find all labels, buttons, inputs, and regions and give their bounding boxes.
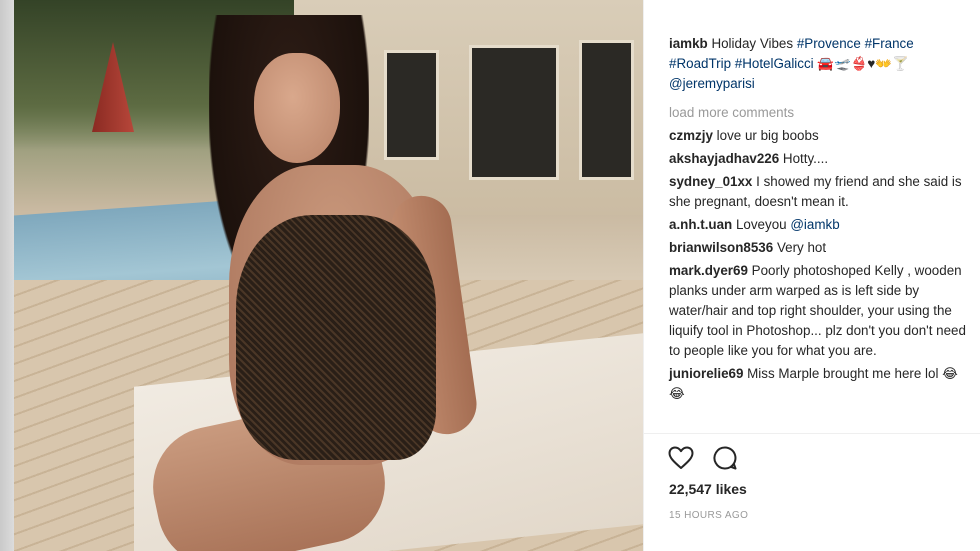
comment-username[interactable]: sydney_01xx (669, 174, 752, 189)
caption: iamkb Holiday Vibes #Provence #France #R… (669, 34, 969, 94)
comment-mention[interactable]: @iamkb (790, 217, 839, 232)
instagram-post: iamkb Holiday Vibes #Provence #France #R… (14, 0, 980, 551)
comment-item: akshayjadhav226 Hotty.... (669, 149, 969, 169)
comment-text: Hotty.... (782, 151, 829, 166)
comment-username[interactable]: juniorelie69 (669, 366, 743, 381)
hashtag-provence[interactable]: #Provence (797, 36, 861, 51)
comment-item: sydney_01xx I showed my friend and she s… (669, 172, 969, 212)
page-backdrop (0, 0, 14, 551)
divider (644, 433, 980, 434)
comment-item: czmzjy love ur big boobs (669, 126, 969, 146)
comment-item: juniorelie69 Miss Marple brought me here… (669, 364, 969, 404)
hashtag-hotelgalicci[interactable]: #HotelGalicci (735, 56, 814, 71)
caption-mention[interactable]: @jeremyparisi (669, 76, 755, 91)
like-button[interactable] (667, 444, 695, 472)
comment-item: mark.dyer69 Poorly photoshoped Kelly , w… (669, 261, 969, 361)
comment-username[interactable]: mark.dyer69 (669, 263, 748, 278)
heart-outline-icon (668, 446, 694, 469)
comment-text: love ur big boobs (716, 128, 819, 143)
comments-list: iamkb Holiday Vibes #Provence #France #R… (669, 34, 969, 407)
comment-username[interactable]: akshayjadhav226 (669, 151, 779, 166)
hashtag-france[interactable]: #France (865, 36, 914, 51)
caption-username[interactable]: iamkb (669, 36, 708, 51)
post-sidebar: iamkb Holiday Vibes #Provence #France #R… (643, 0, 980, 551)
comment-item: brianwilson8536 Very hot (669, 238, 969, 258)
comment-text: Very hot (776, 240, 827, 255)
comment-text: Loveyou (735, 217, 787, 232)
comment-button[interactable] (711, 444, 739, 472)
post-timestamp[interactable]: 15 HOURS AGO (669, 510, 748, 521)
caption-text: Holiday Vibes (711, 36, 794, 51)
caption-emoji: 🚘🛫👙♥👐🍸 (817, 56, 909, 71)
comment-username[interactable]: brianwilson8536 (669, 240, 773, 255)
load-more-comments-link[interactable]: load more comments (669, 103, 969, 123)
speech-bubble-icon (713, 446, 737, 470)
post-actions (667, 444, 739, 472)
comment-item: a.nh.t.uan Loveyou @iamkb (669, 215, 969, 235)
like-count[interactable]: 22,547 likes (669, 481, 747, 497)
comment-username[interactable]: czmzjy (669, 128, 713, 143)
post-photo[interactable] (14, 0, 643, 551)
comment-username[interactable]: a.nh.t.uan (669, 217, 732, 232)
hashtag-roadtrip[interactable]: #RoadTrip (669, 56, 731, 71)
